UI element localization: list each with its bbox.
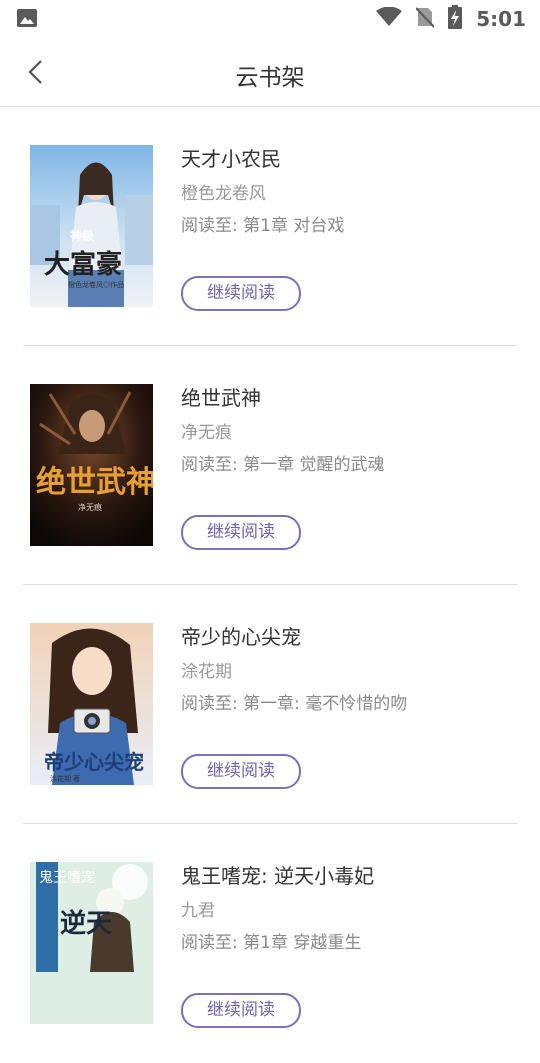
no-sim-icon [415, 6, 435, 32]
cover-text: 净无痕 [78, 502, 102, 512]
status-icons: 5:01 [376, 4, 526, 34]
book-list: 神级 大富豪 橙色龙卷风◎作品 天才小农民 橙色龙卷风 阅读至: 第1章 对台戏… [0, 107, 540, 1063]
cover-text: 橙色龙卷风◎作品 [68, 280, 124, 289]
book-item[interactable]: 帝少心尖宠 涂花期 著 帝少的心尖宠 涂花期 阅读至: 第一章: 毫不怜惜的吻 … [0, 585, 540, 824]
book-author: 橙色龙卷风 [181, 184, 266, 204]
battery-charging-icon [448, 5, 463, 33]
book-item[interactable]: 绝世武神 净无痕 绝世武神 净无痕 阅读至: 第一章 觉醒的武魂 继续阅读 [0, 346, 540, 585]
continue-reading-button[interactable]: 继续阅读 [181, 515, 301, 550]
book-cover[interactable]: 帝少心尖宠 涂花期 著 [30, 623, 153, 785]
reading-progress: 阅读至: 第1章 穿越重生 [181, 933, 362, 953]
book-cover[interactable]: 神级 大富豪 橙色龙卷风◎作品 [30, 145, 153, 307]
book-title[interactable]: 天才小农民 [181, 143, 281, 172]
reading-progress: 阅读至: 第一章 觉醒的武魂 [181, 455, 385, 475]
status-time: 5:01 [476, 7, 526, 31]
wifi-icon [376, 6, 403, 31]
book-item[interactable]: 鬼王嗜宠 逆天 鬼王嗜宠: 逆天小毒妃 九君 阅读至: 第1章 穿越重生 继续阅… [0, 824, 540, 1063]
book-title[interactable]: 鬼王嗜宠: 逆天小毒妃 [181, 860, 374, 889]
cover-text: 神级 [70, 228, 94, 243]
continue-reading-button[interactable]: 继续阅读 [181, 276, 301, 311]
cover-text: 鬼王嗜宠 [39, 870, 95, 886]
cover-text: 涂花期 著 [50, 774, 80, 783]
book-author: 涂花期 [181, 662, 232, 682]
nav-bar: 云书架 [0, 38, 540, 107]
page-title: 云书架 [235, 65, 305, 91]
cover-text: 逆天 [60, 908, 112, 938]
continue-reading-button[interactable]: 继续阅读 [181, 993, 301, 1028]
cover-text: 绝世武神 [36, 465, 153, 499]
book-item[interactable]: 神级 大富豪 橙色龙卷风◎作品 天才小农民 橙色龙卷风 阅读至: 第1章 对台戏… [0, 107, 540, 346]
book-author: 净无痕 [181, 423, 232, 443]
reading-progress: 阅读至: 第1章 对台戏 [181, 216, 345, 236]
book-title[interactable]: 帝少的心尖宠 [181, 621, 301, 650]
cover-text: 帝少心尖宠 [44, 750, 144, 774]
book-title[interactable]: 绝世武神 [181, 382, 261, 411]
reading-progress: 阅读至: 第一章: 毫不怜惜的吻 [181, 694, 408, 714]
continue-reading-button[interactable]: 继续阅读 [181, 754, 301, 789]
book-author: 九君 [181, 901, 215, 921]
status-bar: 5:01 [0, 0, 540, 38]
cover-text: 大富豪 [44, 249, 122, 279]
book-cover[interactable]: 绝世武神 净无痕 [30, 384, 153, 546]
book-cover[interactable]: 鬼王嗜宠 逆天 [30, 862, 153, 1024]
image-icon [16, 8, 38, 28]
